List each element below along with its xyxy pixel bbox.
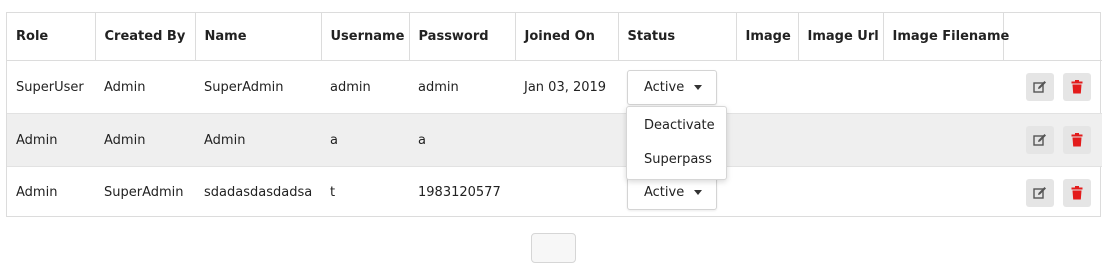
cell-username: admin — [321, 60, 409, 114]
table-header-row: Role Created By Name Username Password J… — [7, 13, 1102, 61]
header-image: Image — [736, 13, 799, 61]
cell-image — [736, 167, 798, 219]
trash-icon — [1071, 185, 1083, 199]
status-select-value: Active — [644, 185, 685, 200]
header-username: Username — [321, 13, 410, 61]
dropdown-option-deactivate[interactable]: Deactivate — [644, 116, 715, 136]
header-actions — [1003, 13, 1102, 61]
header-status: Status — [618, 13, 737, 61]
cell-image-filename — [883, 113, 1003, 167]
delete-button[interactable] — [1063, 73, 1091, 101]
cell-created-by: Admin — [95, 113, 195, 167]
header-password: Password — [409, 13, 516, 61]
edit-icon — [1033, 134, 1046, 146]
cell-joined-on — [515, 113, 618, 167]
header-role: Role — [7, 13, 96, 61]
trash-icon — [1071, 80, 1083, 94]
cell-joined-on: Jan 03, 2019 — [515, 60, 618, 114]
cell-name: Admin — [195, 113, 321, 167]
caret-down-icon — [694, 190, 702, 195]
delete-button[interactable] — [1063, 178, 1091, 207]
status-select[interactable]: Active — [627, 175, 717, 210]
edit-button[interactable] — [1025, 126, 1054, 154]
status-select-value: Active — [644, 79, 685, 95]
table-row: Admin Admin Admin a a — [7, 113, 1102, 167]
header-image-url: Image Url — [798, 13, 884, 61]
cell-role: Admin — [7, 113, 95, 167]
header-name: Name — [195, 13, 322, 61]
cell-image-url — [798, 60, 883, 114]
cell-image — [736, 60, 798, 114]
status-select[interactable]: Active — [627, 69, 717, 105]
cell-image-filename — [883, 167, 1003, 219]
cell-role: SuperUser — [7, 60, 95, 114]
cell-username: a — [321, 113, 409, 167]
cell-image-filename — [883, 60, 1003, 114]
caret-down-icon — [694, 84, 702, 90]
edit-button[interactable] — [1025, 178, 1054, 207]
header-image-filename: Image Filename — [883, 13, 1009, 61]
cell-actions — [1003, 167, 1102, 219]
cell-image-url — [798, 113, 883, 167]
pagination-button[interactable] — [531, 233, 576, 263]
cell-actions — [1003, 113, 1102, 167]
trash-icon — [1071, 133, 1083, 147]
users-table: Role Created By Name Username Password J… — [6, 12, 1102, 219]
cell-joined-on — [515, 167, 618, 219]
delete-button[interactable] — [1063, 126, 1091, 154]
edit-icon — [1033, 81, 1046, 93]
header-created-by: Created By — [95, 13, 196, 61]
table-row: SuperUser Admin SuperAdmin admin admin J… — [7, 60, 1102, 114]
cell-password: admin — [409, 60, 515, 114]
cell-name: SuperAdmin — [195, 60, 321, 114]
cell-password: 1983120577 — [418, 185, 501, 200]
cell-image — [736, 113, 798, 167]
cell-password: a — [409, 113, 515, 167]
cell-created-by: Admin — [95, 60, 195, 114]
cell-username: t — [330, 185, 336, 200]
status-dropdown-menu: Deactivate Superpass — [626, 106, 727, 180]
dropdown-option-superpass[interactable]: Superpass — [644, 150, 712, 170]
header-joined-on: Joined On — [515, 13, 619, 61]
edit-button[interactable] — [1025, 73, 1054, 101]
edit-icon — [1033, 186, 1046, 199]
cell-role: Admin — [16, 185, 58, 200]
cell-created-by: SuperAdmin — [104, 185, 184, 200]
cell-actions — [1003, 60, 1102, 114]
cell-image-url — [798, 167, 883, 219]
table-row: Admin SuperAdmin sdadasdasdadsa t 198312… — [7, 167, 1102, 219]
cell-name: sdadasdasdadsa — [204, 185, 313, 200]
